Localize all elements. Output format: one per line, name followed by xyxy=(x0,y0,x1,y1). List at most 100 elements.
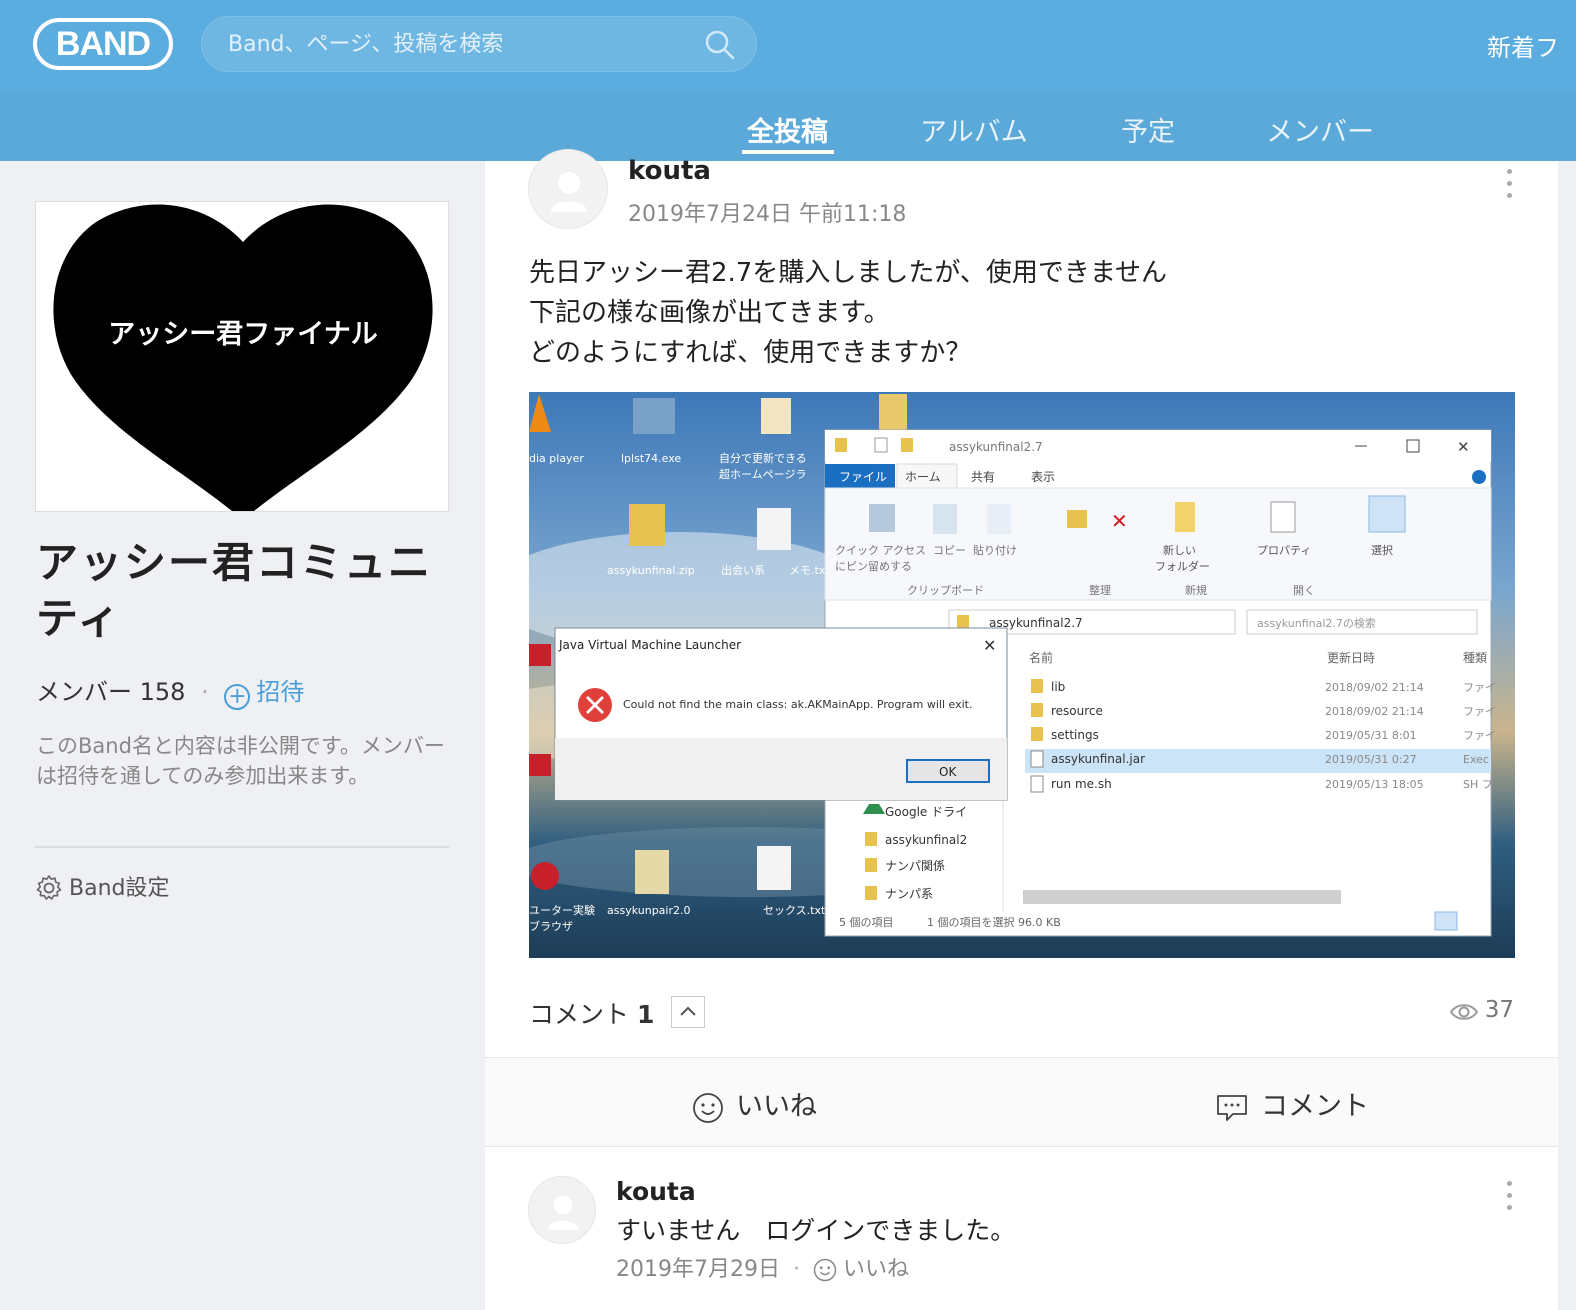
like-label: いいね xyxy=(736,1091,817,1122)
ribbon-label: クイック アクセス xyxy=(835,544,926,557)
column-header: 種類 xyxy=(1463,651,1487,665)
svg-text:✕: ✕ xyxy=(983,636,996,655)
ribbon-tab: ファイル xyxy=(839,470,887,484)
comment-count[interactable]: コメント 1 xyxy=(529,995,654,1031)
band-name: アッシー君コミュニティ xyxy=(36,538,433,643)
tab-all-posts[interactable]: 全投稿 xyxy=(747,110,828,149)
status-right: 1 個の項目を選択 96.0 KB xyxy=(927,915,1061,929)
chevron-up-icon xyxy=(680,1006,696,1016)
tab-schedule[interactable]: 予定 xyxy=(1121,110,1175,149)
ribbon-label: フォルダー xyxy=(1155,559,1210,573)
file-type: ファイ xyxy=(1463,681,1496,694)
desktop-icon-label: メモ.txt xyxy=(789,564,830,577)
desktop-icon-label: assykunpair2.0 xyxy=(607,904,690,917)
commenter-avatar[interactable] xyxy=(528,1176,596,1244)
invite-button[interactable]: + 招待 xyxy=(224,678,305,710)
author-avatar[interactable] xyxy=(528,149,608,229)
ribbon-group: 新規 xyxy=(1185,583,1207,597)
svg-text:✕: ✕ xyxy=(1111,509,1128,533)
post-image[interactable]: dia player lplst74.exe 自分で更新できる 超ホームページラ… xyxy=(529,392,1515,958)
comment-date: 2019年7月29日 xyxy=(616,1257,780,1282)
file-type: ファイ xyxy=(1463,705,1496,718)
dialog-title: Java Virtual Machine Launcher xyxy=(558,638,741,652)
invite-label: 招待 xyxy=(256,678,305,706)
nav-item: ナンパ系 xyxy=(885,887,933,901)
post-body: 先日アッシー君2.7を購入しましたが、使用できません 下記の様な画像が出てきます… xyxy=(529,253,1429,373)
error-dialog: Java Virtual Machine Launcher ✕ Could no… xyxy=(554,627,1008,801)
desktop-icon-label: 超ホームページラ xyxy=(719,467,806,481)
comment-count-label: コメント xyxy=(529,1000,630,1029)
file-date: 2019/05/13 18:05 xyxy=(1325,778,1424,791)
post-date: 2019年7月24日 午前11:18 xyxy=(628,202,907,227)
post-action-bar: いいね コメント xyxy=(485,1057,1558,1147)
file-name: run me.sh xyxy=(1051,777,1112,791)
ribbon-group: 開く xyxy=(1293,584,1315,597)
comment-count-number: 1 xyxy=(636,1000,655,1029)
desktop-icon-label: 自分で更新できる xyxy=(719,451,807,465)
post-line: どのようにすれば、使用できますか？ xyxy=(529,338,972,368)
dialog-ok-button: OK xyxy=(939,765,957,779)
gear-icon xyxy=(36,875,62,900)
post-more-icon[interactable] xyxy=(1507,169,1515,201)
ribbon-group: 整理 xyxy=(1089,583,1111,597)
search-box[interactable] xyxy=(201,16,757,72)
file-date: 2019/05/31 8:01 xyxy=(1325,729,1417,742)
file-date: 2018/09/02 21:14 xyxy=(1325,681,1424,694)
comment-button[interactable]: コメント xyxy=(1215,1084,1369,1124)
file-name: settings xyxy=(1051,728,1099,742)
band-cover-image[interactable]: アッシー君ファイナル xyxy=(35,201,449,512)
band-logo[interactable]: BAND xyxy=(33,18,173,70)
file-date: 2018/09/02 21:14 xyxy=(1325,705,1424,718)
file-type: Exec xyxy=(1463,753,1489,766)
cover-title: アッシー君ファイナル xyxy=(108,319,378,350)
ribbon-label: 新しい xyxy=(1163,543,1196,557)
comment-meta: 2019年7月29日 · いいね xyxy=(616,1251,909,1283)
post-line: 先日アッシー君2.7を購入しましたが、使用できません xyxy=(529,258,1168,288)
tab-album[interactable]: アルバム xyxy=(920,110,1028,149)
collapse-comments-button[interactable] xyxy=(671,996,705,1028)
file-date: 2019/05/31 0:27 xyxy=(1325,753,1417,766)
column-header: 更新日時 xyxy=(1327,650,1375,665)
search-icon[interactable] xyxy=(704,29,736,61)
search-input[interactable] xyxy=(228,17,698,71)
divider xyxy=(35,846,449,848)
desktop-icon-label: 出会い系 xyxy=(721,563,765,577)
band-description: このBand名と内容は非公開です。メンバーは招待を通してのみ参加出来ます。 xyxy=(36,734,445,788)
post-line: 下記の様な画像が出てきます。 xyxy=(529,298,890,328)
ribbon-label: にピン留めする xyxy=(835,560,912,573)
ribbon-tab: 表示 xyxy=(1031,470,1055,484)
separator-dot: · xyxy=(201,678,209,706)
comment-like-button[interactable]: いいね xyxy=(813,1257,909,1282)
user-icon xyxy=(547,1195,579,1230)
settings-label: Band設定 xyxy=(69,876,170,901)
view-count: 37 xyxy=(1449,997,1514,1023)
file-type: ファイ xyxy=(1463,729,1496,742)
member-line: メンバー 158 · + 招待 xyxy=(36,672,304,710)
ribbon-tab: 共有 xyxy=(971,470,995,484)
tab-members[interactable]: メンバー xyxy=(1266,110,1374,149)
members-count[interactable]: 158 xyxy=(140,678,186,706)
ribbon-label: プロパティ xyxy=(1257,544,1311,557)
svg-text:✕: ✕ xyxy=(1457,438,1470,456)
nav-item: assykunfinal2 xyxy=(885,833,967,847)
file-name: lib xyxy=(1051,680,1065,694)
ribbon-label: コピー xyxy=(933,544,966,557)
tab-bar: 全投稿 アルバム 予定 メンバー xyxy=(0,94,1576,161)
like-button[interactable]: いいね xyxy=(692,1084,817,1124)
band-settings-link[interactable]: Band設定 xyxy=(35,870,169,902)
members-label[interactable]: メンバー xyxy=(36,678,132,706)
file-name: assykunfinal.jar xyxy=(1051,752,1145,766)
new-files-link[interactable]: 新着フ xyxy=(1487,28,1559,63)
comment-more-icon[interactable] xyxy=(1507,1181,1515,1213)
post-author[interactable]: kouta xyxy=(628,156,711,186)
plus-circle-icon: + xyxy=(224,684,251,710)
desktop-icon-label: dia player xyxy=(529,452,584,465)
nav-item: ナンパ関係 xyxy=(885,859,945,873)
desktop-icon-label: assykunfinal.zip xyxy=(607,564,695,577)
eye-icon xyxy=(1449,1004,1478,1020)
ribbon-label: 貼り付け xyxy=(973,543,1017,557)
comment-author[interactable]: kouta xyxy=(616,1177,696,1206)
file-type: SH フ xyxy=(1463,778,1493,791)
separator-dot: · xyxy=(792,1257,800,1282)
comment-like-label: いいね xyxy=(842,1257,909,1282)
